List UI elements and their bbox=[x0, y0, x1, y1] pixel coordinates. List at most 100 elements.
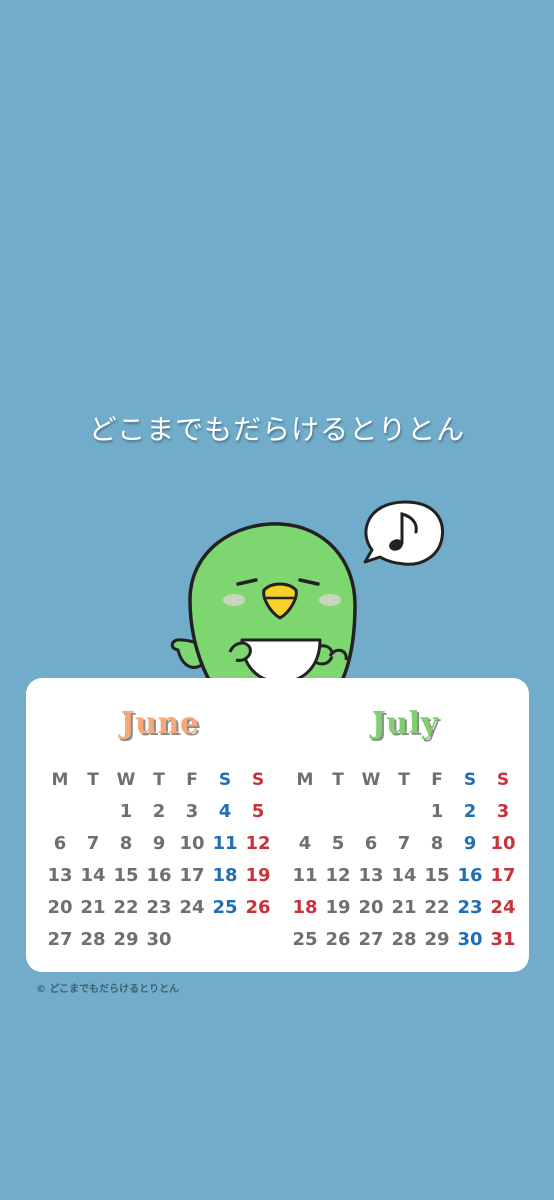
weekday-label: M bbox=[51, 770, 69, 790]
weekday-label: T bbox=[153, 770, 165, 790]
day-cell: 21 bbox=[80, 897, 106, 918]
day-cell: 19 bbox=[245, 865, 271, 886]
day-cell: 17 bbox=[179, 865, 205, 886]
day-cell: 28 bbox=[80, 929, 106, 950]
day-cell: 10 bbox=[179, 833, 205, 854]
day-cell: 14 bbox=[80, 865, 106, 886]
day-cell: 2 bbox=[463, 801, 477, 822]
day-cell: 12 bbox=[245, 833, 271, 854]
copyright-text: © どこまでもだらけるとりとん bbox=[36, 984, 180, 995]
day-cell: 9 bbox=[152, 833, 166, 854]
week-row: 13 14 15 16 17 18 19 bbox=[44, 860, 276, 892]
calendar-grid: M T W T F S S 1 2 3 4 5 6 7 8 9 10 11 12 13 14 15 16 17 18 19 20 21… bbox=[44, 764, 276, 956]
day-cell: 15 bbox=[424, 865, 450, 886]
weekday-header-row: MTWTFSS bbox=[289, 764, 521, 796]
weekday-label: T bbox=[332, 770, 344, 790]
day-cell: 18 bbox=[292, 897, 318, 918]
day-cell: 4 bbox=[218, 801, 232, 822]
day-cell: 25 bbox=[212, 897, 238, 918]
weekday-label: S bbox=[218, 770, 232, 790]
empty-day-cell bbox=[242, 924, 274, 956]
day-cell: 27 bbox=[358, 929, 384, 950]
day-cell: 21 bbox=[391, 897, 417, 918]
day-cell: 1 bbox=[119, 801, 133, 822]
week-row: 20 21 22 23 24 25 26 bbox=[44, 892, 276, 924]
week-row: 27 28 29 30 bbox=[44, 924, 276, 956]
day-cell: 24 bbox=[179, 897, 205, 918]
day-cell: 6 bbox=[364, 833, 378, 854]
calendar-card: June M T W T F S S 1 2 3 4 5 6 7 8 9 10 11 12 13 14 15 16 17 18 1… bbox=[26, 678, 529, 972]
calendar-grid: M T W T F S S 1 2 3 4 5 6 7 8 9 10 11 12 13 14 15 16 17 18 19 20 21… bbox=[289, 764, 521, 956]
week-row: 4 5 6 7 8 9 10 bbox=[289, 828, 521, 860]
day-cell: 2 bbox=[152, 801, 166, 822]
day-cell: 1 bbox=[430, 801, 444, 822]
day-cell: 15 bbox=[113, 865, 139, 886]
weekday-header-row: MTWTFSS bbox=[44, 764, 276, 796]
weekday-label: S bbox=[463, 770, 477, 790]
speech-bubble-icon bbox=[363, 500, 445, 566]
day-cell: 22 bbox=[424, 897, 450, 918]
week-row: 123 bbox=[289, 796, 521, 828]
weekday-label: T bbox=[398, 770, 410, 790]
day-cell: 26 bbox=[245, 897, 271, 918]
day-cell: 11 bbox=[212, 833, 238, 854]
empty-day-cell bbox=[322, 796, 354, 828]
day-cell: 7 bbox=[86, 833, 100, 854]
empty-day-cell bbox=[77, 796, 109, 828]
weekday-label: S bbox=[251, 770, 265, 790]
day-cell: 23 bbox=[457, 897, 483, 918]
day-cell: 18 bbox=[212, 865, 238, 886]
day-cell: 28 bbox=[391, 929, 417, 950]
empty-day-cell bbox=[44, 796, 76, 828]
day-cell: 10 bbox=[490, 833, 516, 854]
day-cell: 30 bbox=[457, 929, 483, 950]
green-bird-mascot-icon bbox=[170, 500, 445, 687]
day-cell: 13 bbox=[358, 865, 384, 886]
day-cell: 30 bbox=[146, 929, 172, 950]
day-cell: 8 bbox=[119, 833, 133, 854]
day-cell: 3 bbox=[185, 801, 199, 822]
month-title: June bbox=[120, 706, 200, 741]
wallpaper-title: どこまでもだらけるとりとん bbox=[88, 413, 466, 446]
week-row: 11 12 13 14 15 16 17 bbox=[289, 860, 521, 892]
weekday-label: W bbox=[116, 770, 136, 790]
day-cell: 22 bbox=[113, 897, 139, 918]
day-cell: 29 bbox=[113, 929, 139, 950]
day-cell: 6 bbox=[53, 833, 67, 854]
day-cell: 24 bbox=[490, 897, 516, 918]
weekday-label: W bbox=[361, 770, 381, 790]
day-cell: 20 bbox=[47, 897, 73, 918]
month-title: July bbox=[371, 706, 439, 741]
weekday-label: F bbox=[186, 770, 198, 790]
weekday-label: S bbox=[496, 770, 510, 790]
day-cell: 5 bbox=[331, 833, 345, 854]
day-cell: 14 bbox=[391, 865, 417, 886]
day-cell: 17 bbox=[490, 865, 516, 886]
day-cell: 5 bbox=[251, 801, 265, 822]
day-cell: 3 bbox=[496, 801, 510, 822]
weekday-label: T bbox=[87, 770, 99, 790]
week-row: 18 19 20 21 22 23 24 bbox=[289, 892, 521, 924]
day-cell: 16 bbox=[146, 865, 172, 886]
empty-day-cell bbox=[209, 924, 241, 956]
empty-day-cell bbox=[355, 796, 387, 828]
day-cell: 11 bbox=[292, 865, 318, 886]
empty-day-cell bbox=[176, 924, 208, 956]
day-cell: 16 bbox=[457, 865, 483, 886]
day-cell: 13 bbox=[47, 865, 73, 886]
empty-day-cell bbox=[388, 796, 420, 828]
day-cell: 27 bbox=[47, 929, 73, 950]
day-cell: 8 bbox=[430, 833, 444, 854]
week-row: 12345 bbox=[44, 796, 276, 828]
day-cell: 20 bbox=[358, 897, 384, 918]
week-row: 6 7 8 9 10 11 12 bbox=[44, 828, 276, 860]
day-cell: 31 bbox=[490, 929, 516, 950]
day-cell: 29 bbox=[424, 929, 450, 950]
weekday-label: F bbox=[431, 770, 443, 790]
weekday-label: M bbox=[296, 770, 314, 790]
empty-day-cell bbox=[289, 796, 321, 828]
day-cell: 12 bbox=[325, 865, 351, 886]
day-cell: 9 bbox=[463, 833, 477, 854]
week-row: 25 26 27 28 29 30 31 bbox=[289, 924, 521, 956]
day-cell: 19 bbox=[325, 897, 351, 918]
